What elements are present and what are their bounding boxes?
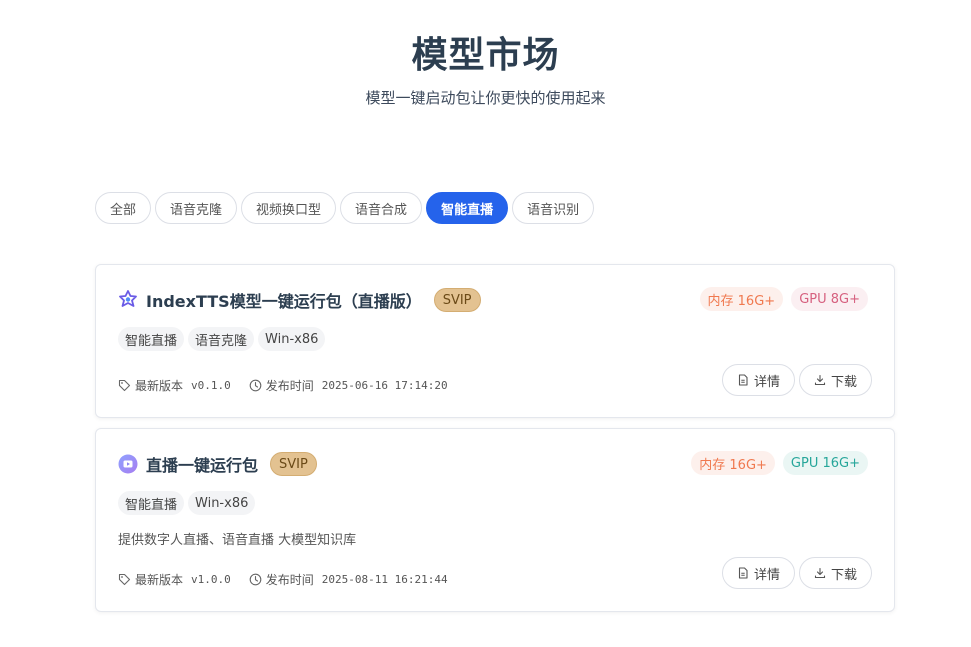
model-name[interactable]: 直播一键运行包 (146, 452, 258, 476)
clock-icon (249, 573, 262, 586)
card-header: IndexTTS模型一键运行包（直播版） SVIP (118, 288, 481, 312)
tag-list: 智能直播 Win-x86 (118, 491, 256, 515)
download-icon (814, 374, 826, 386)
download-button[interactable]: 下载 (798, 557, 872, 589)
svip-badge: SVIP (433, 288, 481, 312)
version-value: v0.1.0 (191, 379, 231, 392)
tag: Win-x86 (258, 327, 326, 351)
release-time-label: 发布时间 (265, 379, 314, 393)
model-name[interactable]: IndexTTS模型一键运行包（直播版） (146, 288, 422, 312)
document-icon (737, 567, 749, 579)
tag: 智能直播 (118, 491, 185, 515)
release-time-label: 发布时间 (265, 573, 314, 587)
details-label: 详情 (753, 374, 780, 390)
tab-all[interactable]: 全部 (95, 192, 152, 224)
page-title: 模型市场 (411, 35, 560, 76)
tag-icon (118, 573, 131, 586)
version-info: 最新版本 v0.1.0 发布时间 2025-06-16 17:14:20 (118, 377, 448, 394)
memory-requirement: 内存 16G+ (699, 287, 784, 311)
latest-version-label: 最新版本 (135, 573, 184, 587)
model-description: 提供数字人直播、语音直播 大模型知识库 (118, 533, 357, 548)
model-card: IndexTTS模型一键运行包（直播版） SVIP 内存 16G+ GPU 8G… (95, 264, 895, 418)
tag: 智能直播 (118, 327, 185, 351)
download-label: 下载 (830, 567, 857, 583)
page-subtitle: 模型一键启动包让你更快的使用起来 (365, 89, 606, 107)
indextts-logo-icon (118, 290, 138, 310)
gpu-requirement: GPU 16G+ (782, 451, 868, 475)
tab-voice-clone[interactable]: 语音克隆 (155, 192, 238, 224)
tag: 语音克隆 (188, 327, 255, 351)
requirements: 内存 16G+ GPU 16G+ (691, 451, 868, 475)
card-actions: 详情 下载 (721, 557, 872, 589)
gpu-requirement: GPU 8G+ (791, 287, 868, 311)
version-value: v1.0.0 (191, 573, 231, 586)
details-button[interactable]: 详情 (721, 557, 795, 589)
tag-icon (118, 379, 131, 392)
clock-icon (249, 379, 262, 392)
memory-requirement: 内存 16G+ (691, 451, 775, 475)
download-icon (814, 567, 826, 579)
page-header: 模型市场 模型一键启动包让你更快的使用起来 (0, 34, 971, 108)
tab-smart-live[interactable]: 智能直播 (426, 192, 509, 224)
release-time-value: 2025-08-11 16:21:44 (321, 573, 448, 586)
tab-speech-recognition[interactable]: 语音识别 (512, 192, 595, 224)
release-time-value: 2025-06-16 17:14:20 (321, 379, 448, 392)
tag-list: 智能直播 语音克隆 Win-x86 (118, 327, 326, 351)
live-play-icon (118, 454, 138, 474)
category-tabs: 全部 语音克隆 视频换口型 语音合成 智能直播 语音识别 (95, 192, 595, 224)
card-header: 直播一键运行包 SVIP (118, 452, 317, 476)
svip-badge: SVIP (270, 452, 317, 476)
details-button[interactable]: 详情 (721, 364, 795, 396)
version-info: 最新版本 v1.0.0 发布时间 2025-08-11 16:21:44 (118, 571, 448, 588)
document-icon (737, 374, 749, 386)
requirements: 内存 16G+ GPU 8G+ (699, 287, 868, 311)
tag: Win-x86 (188, 491, 256, 515)
card-actions: 详情 下载 (721, 364, 872, 396)
download-button[interactable]: 下载 (798, 364, 872, 396)
details-label: 详情 (753, 567, 780, 583)
model-card: 直播一键运行包 SVIP 内存 16G+ GPU 16G+ 智能直播 Win-x… (95, 428, 895, 612)
tab-speech-synthesis[interactable]: 语音合成 (340, 192, 423, 224)
tab-lip-sync[interactable]: 视频换口型 (241, 192, 337, 224)
download-label: 下载 (830, 374, 857, 390)
latest-version-label: 最新版本 (135, 379, 184, 393)
